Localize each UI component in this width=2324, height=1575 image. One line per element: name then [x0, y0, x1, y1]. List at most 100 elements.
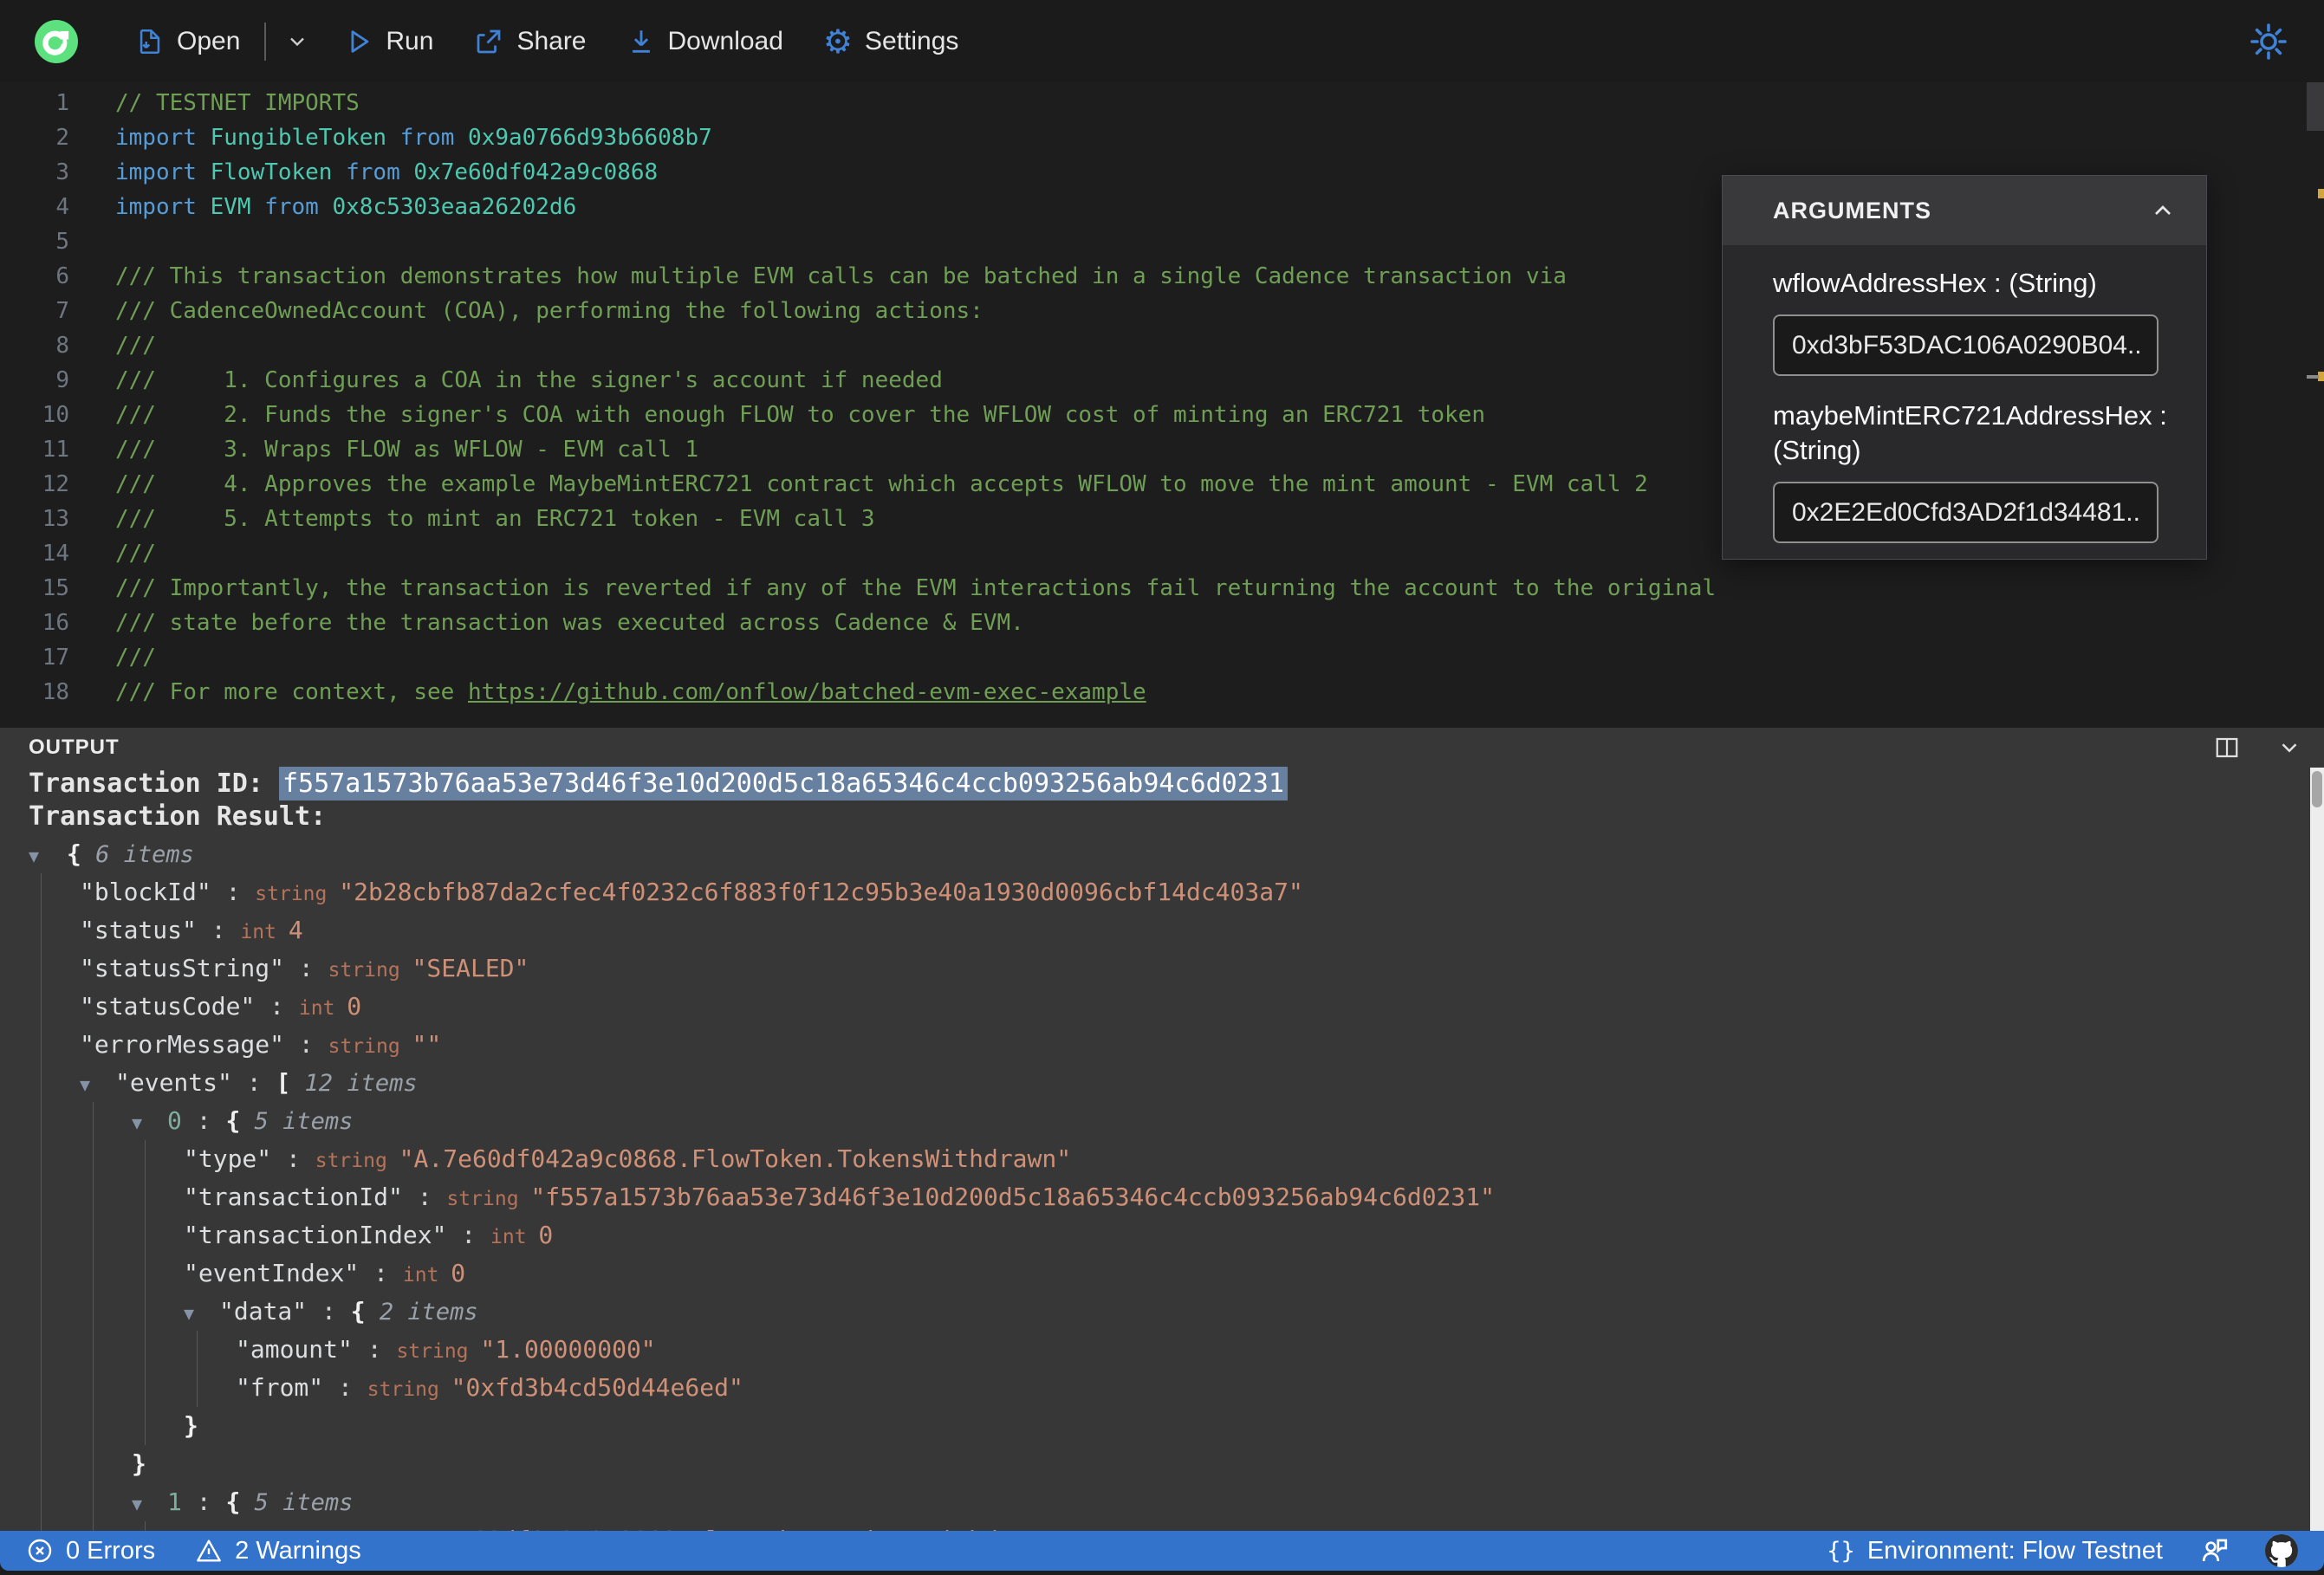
environment-status[interactable]: {} Environment: Flow Testnet: [1827, 1537, 2163, 1565]
code-line: 17 ///: [0, 640, 2324, 675]
tree-pl: :: [211, 878, 256, 906]
line-number: 5: [55, 229, 69, 255]
code-link[interactable]: https://github.com/onflow/batched-evm-ex…: [468, 679, 1146, 705]
errors-status[interactable]: 0 Errors: [26, 1537, 155, 1565]
code-token: from: [346, 159, 414, 185]
tree-collapse-arrow[interactable]: ▼: [29, 837, 67, 875]
tree-row: "from" : string "0xfd3b4cd50d44e6ed": [0, 1369, 2324, 1407]
arguments-header[interactable]: ARGUMENTS: [1723, 176, 2206, 245]
tree-key: "data": [219, 1297, 308, 1325]
tree-key: "statusString": [80, 954, 285, 982]
tree-pl: :: [284, 1030, 328, 1059]
collapse-arguments-button[interactable]: [2149, 197, 2177, 224]
settings-button[interactable]: ⚙ Settings: [823, 25, 958, 58]
tree-collapse-arrow[interactable]: ▼: [132, 1104, 167, 1142]
collapse-output-chevron-icon[interactable]: [2275, 735, 2303, 761]
indent-guide: [41, 1407, 93, 1445]
line-number: 16: [42, 610, 69, 636]
share-label: Share: [516, 26, 587, 55]
indent-guide: [93, 1369, 145, 1407]
indent-guide: [93, 1216, 145, 1254]
indent-guide: [41, 1102, 93, 1140]
wflow-address-input[interactable]: [1773, 314, 2158, 376]
split-view-icon[interactable]: [2213, 735, 2241, 761]
code-token: ///: [115, 645, 156, 671]
tree-row: "transactionIndex" : int 0: [0, 1216, 2324, 1254]
tree-str: "f557a1573b76aa53e73d46f3e10d200d5c18a65…: [530, 1183, 1495, 1211]
run-button[interactable]: Run: [344, 27, 433, 56]
indent-guide: [93, 1293, 145, 1331]
editor-scrollbar[interactable]: [2307, 82, 2324, 728]
download-button[interactable]: Download: [626, 26, 783, 57]
maybe-mint-erc721-address-input[interactable]: [1773, 482, 2158, 543]
run-play-icon: [351, 29, 369, 53]
tree-ty: int: [240, 921, 289, 943]
tree-row: "blockId" : string "2b28cbfb87da2cfec4f0…: [0, 873, 2324, 911]
open-button[interactable]: Open: [135, 26, 240, 57]
indent-guide: [145, 1331, 197, 1369]
code-token: // TESTNET IMPORTS: [115, 90, 360, 116]
editor-scrollbar-thumb[interactable]: [2307, 82, 2324, 131]
tree-key: "errorMessage": [80, 1030, 285, 1059]
tree-idx: 0: [167, 1106, 182, 1135]
tree-ty: string: [328, 1035, 412, 1058]
output-scrollbar[interactable]: [2310, 768, 2324, 1531]
line-number: 18: [42, 679, 69, 705]
code-token: /// Importantly, the transaction is reve…: [115, 575, 1717, 601]
code-token: 0x9a0766d93b6608b7: [468, 125, 712, 151]
output-scrollbar-thumb[interactable]: [2312, 771, 2322, 807]
tree-collapse-arrow[interactable]: ▼: [132, 1485, 167, 1523]
code-editor[interactable]: 1 // TESTNET IMPORTS 2 import FungibleToken…: [0, 82, 2324, 728]
tree-collapse-arrow[interactable]: ▼: [184, 1294, 219, 1332]
arguments-title: ARGUMENTS: [1773, 197, 1931, 224]
github-link[interactable]: [2265, 1534, 2298, 1567]
tree-key: "status": [80, 916, 197, 944]
tree-pl: :: [359, 1259, 403, 1287]
chevron-down-icon: [290, 37, 305, 46]
tree-row: ▼ 0 : { 5 items: [0, 1102, 2324, 1140]
tree-row: "type" : string "A.7e60df042a9c0868.Flow…: [0, 1140, 2324, 1178]
sun-icon: [2250, 23, 2287, 60]
tree-row: ▼ "events" : [ 12 items: [0, 1064, 2324, 1102]
warnings-status[interactable]: 2 Warnings: [195, 1537, 361, 1565]
tree-idx: 1: [167, 1488, 182, 1516]
feedback-button[interactable]: [2199, 1535, 2230, 1566]
tree-row: "errorMessage" : string "": [0, 1026, 2324, 1064]
tree-row: ▼ 1 : { 5 items: [0, 1483, 2324, 1521]
tree-str: "2b28cbfb87da2cfec4f0232c6f883f0f12c95b3…: [339, 878, 1303, 906]
github-icon: [2265, 1534, 2298, 1567]
indent-guide: [93, 1178, 145, 1216]
indent-guide: [145, 1521, 184, 1531]
tree-items: 5 items: [240, 1108, 354, 1135]
toolbar-divider: [264, 22, 267, 61]
line-number: 4: [55, 194, 69, 220]
tree-str: 4: [288, 916, 303, 944]
tree-ty: string: [446, 1188, 531, 1210]
tree-collapse-arrow[interactable]: ▼: [80, 1066, 115, 1104]
share-button[interactable]: Share: [473, 26, 587, 57]
transaction-id-label: Transaction ID:: [29, 768, 279, 799]
tree-pl: :: [402, 1183, 447, 1211]
braces-icon: {}: [1827, 1537, 1855, 1565]
warning-icon: [197, 1539, 222, 1562]
indent-guide: [41, 1445, 93, 1483]
tree-pl: :: [323, 1373, 367, 1402]
tree-row: "transactionId" : string "f557a1573b76aa…: [0, 1178, 2324, 1216]
indent-guide: [197, 1331, 236, 1369]
line-number: 9: [55, 367, 69, 393]
theme-toggle-button[interactable]: [2248, 21, 2289, 62]
line-number: 2: [55, 125, 69, 151]
line-number: 14: [42, 541, 69, 567]
tree-key: "statusCode": [80, 992, 256, 1021]
code-token: from: [264, 194, 333, 220]
code-token: import: [115, 159, 211, 185]
line-number: 12: [42, 471, 69, 497]
line-number: 11: [42, 437, 69, 463]
tree-str: 0: [451, 1259, 466, 1287]
toolbar: Open Run Share Download ⚙ Settings: [0, 0, 2324, 82]
tree-str: "SEALED": [412, 954, 529, 982]
flow-logo[interactable]: [35, 19, 78, 63]
settings-label: Settings: [865, 26, 959, 55]
code-line: 18 /// For more context, see https://gith…: [0, 675, 2324, 710]
open-menu-chevron[interactable]: [285, 29, 309, 54]
